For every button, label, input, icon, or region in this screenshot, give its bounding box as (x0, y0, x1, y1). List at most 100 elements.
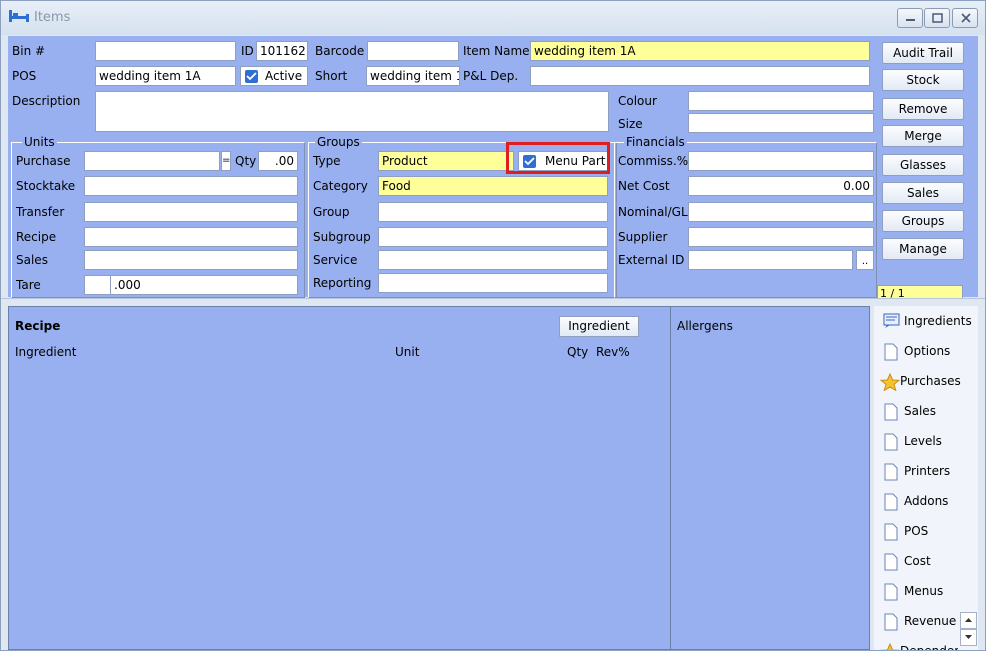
recipe-panel: Recipe Ingredient Ingredient Unit Qty Re… (8, 306, 870, 650)
bed-icon (9, 10, 29, 22)
id-field: 101162 (256, 41, 308, 61)
stocktake-label: Stocktake (16, 179, 76, 193)
short-field[interactable]: wedding item 1 (366, 66, 460, 86)
glasses-button[interactable]: Glasses (882, 154, 964, 176)
size-label: Size (618, 117, 643, 131)
stocktake-field[interactable] (84, 176, 298, 196)
tare-label: Tare (16, 278, 41, 292)
active-checkbox[interactable]: Active (240, 66, 308, 86)
tab-menus[interactable]: Menus (876, 577, 976, 605)
tab-label: Menus (904, 584, 944, 598)
pos-field[interactable]: wedding item 1A (95, 66, 236, 86)
tab-revenue[interactable]: Revenue (876, 607, 958, 635)
sales-button[interactable]: Sales (882, 182, 964, 204)
groups-button[interactable]: Groups (882, 210, 964, 232)
close-button[interactable] (952, 8, 978, 28)
purchase-dropdown-button[interactable]: = (221, 151, 231, 171)
add-ingredient-button[interactable]: Ingredient (559, 316, 639, 337)
tab-printers[interactable]: Printers (876, 457, 976, 485)
colour-field[interactable] (688, 91, 874, 111)
tab-depender[interactable]: Depender (876, 637, 958, 650)
nominal-label: Nominal/GL (618, 205, 688, 219)
title-bar[interactable]: Items (1, 1, 985, 35)
item-form-panel: Bin # ID 101162 Barcode Item Name weddin… (8, 36, 877, 298)
type-label: Type (313, 154, 341, 168)
manage-button[interactable]: Manage (882, 238, 964, 260)
scroll-up-button[interactable] (960, 612, 977, 629)
scroll-down-button[interactable] (960, 629, 977, 646)
maximize-button[interactable] (924, 8, 950, 28)
remove-button[interactable]: Remove (882, 98, 964, 120)
sales-unit-field[interactable] (84, 250, 298, 270)
groups-group-title: Groups (315, 135, 362, 149)
recipe-title: Recipe (15, 319, 61, 333)
sales-unit-label: Sales (16, 253, 48, 267)
external-id-field[interactable] (688, 250, 853, 270)
size-field[interactable] (688, 113, 874, 133)
tab-levels[interactable]: Levels (876, 427, 976, 455)
item-name-field[interactable]: wedding item 1A (530, 41, 870, 61)
reporting-label: Reporting (313, 276, 372, 290)
category-field[interactable]: Food (378, 176, 608, 196)
page-icon (884, 463, 898, 481)
merge-button[interactable]: Merge (882, 125, 964, 147)
tab-ingredients[interactable]: Ingredients (876, 307, 976, 335)
tab-purchases[interactable]: Purchases (876, 367, 976, 395)
window-title: Items (34, 10, 71, 25)
rev-column-header: Rev% (596, 345, 630, 359)
tab-addons[interactable]: Addons (876, 487, 976, 515)
subgroup-label: Subgroup (313, 230, 371, 244)
highlight-box (506, 142, 610, 174)
service-label: Service (313, 253, 358, 267)
supplier-field[interactable] (688, 227, 874, 247)
tab-sales[interactable]: Sales (876, 397, 976, 425)
page-icon (884, 613, 898, 631)
minimize-button[interactable] (897, 8, 923, 28)
nominal-field[interactable] (688, 202, 874, 222)
qty-field[interactable]: .00 (258, 151, 298, 171)
reporting-field[interactable] (378, 273, 608, 293)
star-icon (880, 643, 900, 650)
tare-field[interactable]: .000 (110, 275, 298, 295)
tab-pos[interactable]: POS (876, 517, 976, 545)
category-label: Category (313, 179, 368, 193)
pl-dep-field[interactable] (530, 66, 870, 86)
external-id-browse-button[interactable]: .. (856, 250, 874, 270)
items-window: Items Bin # ID 101162 Barcode Item Name … (0, 0, 986, 651)
bin-field[interactable] (95, 41, 236, 61)
external-id-label: External ID (618, 253, 685, 267)
page-icon (884, 523, 898, 541)
tab-label: Options (904, 344, 951, 358)
tab-cost[interactable]: Cost (876, 547, 976, 575)
colour-label: Colour (618, 94, 657, 108)
page-icon (884, 493, 898, 511)
net-cost-field[interactable]: 0.00 (688, 176, 874, 196)
splitter[interactable] (1, 298, 985, 305)
description-field[interactable] (95, 91, 609, 132)
transfer-field[interactable] (84, 202, 298, 222)
tab-label: Depender (900, 637, 958, 650)
service-field[interactable] (378, 250, 608, 270)
barcode-label: Barcode (315, 44, 365, 58)
tab-options[interactable]: Options (876, 337, 976, 365)
purchase-field[interactable] (84, 151, 220, 171)
panel-divider (670, 307, 671, 649)
recipe-unit-field[interactable] (84, 227, 298, 247)
group-field[interactable] (378, 202, 608, 222)
tab-label: Purchases (900, 374, 961, 388)
type-field[interactable]: Product (378, 151, 514, 171)
recipe-unit-label: Recipe (16, 230, 57, 244)
qty-label: Qty (235, 154, 257, 168)
id-label: ID (241, 44, 254, 58)
allergens-title: Allergens (677, 319, 733, 333)
commiss-field[interactable] (688, 151, 874, 171)
subgroup-field[interactable] (378, 227, 608, 247)
audit-trail-button[interactable]: Audit Trail (882, 42, 964, 64)
purchase-label: Purchase (16, 154, 71, 168)
arrow-down-icon (965, 635, 972, 639)
page-icon (884, 583, 898, 601)
tab-label: Cost (904, 554, 931, 568)
financials-group-title: Financials (624, 135, 687, 149)
stock-button[interactable]: Stock (882, 69, 964, 91)
barcode-field[interactable] (367, 41, 459, 61)
